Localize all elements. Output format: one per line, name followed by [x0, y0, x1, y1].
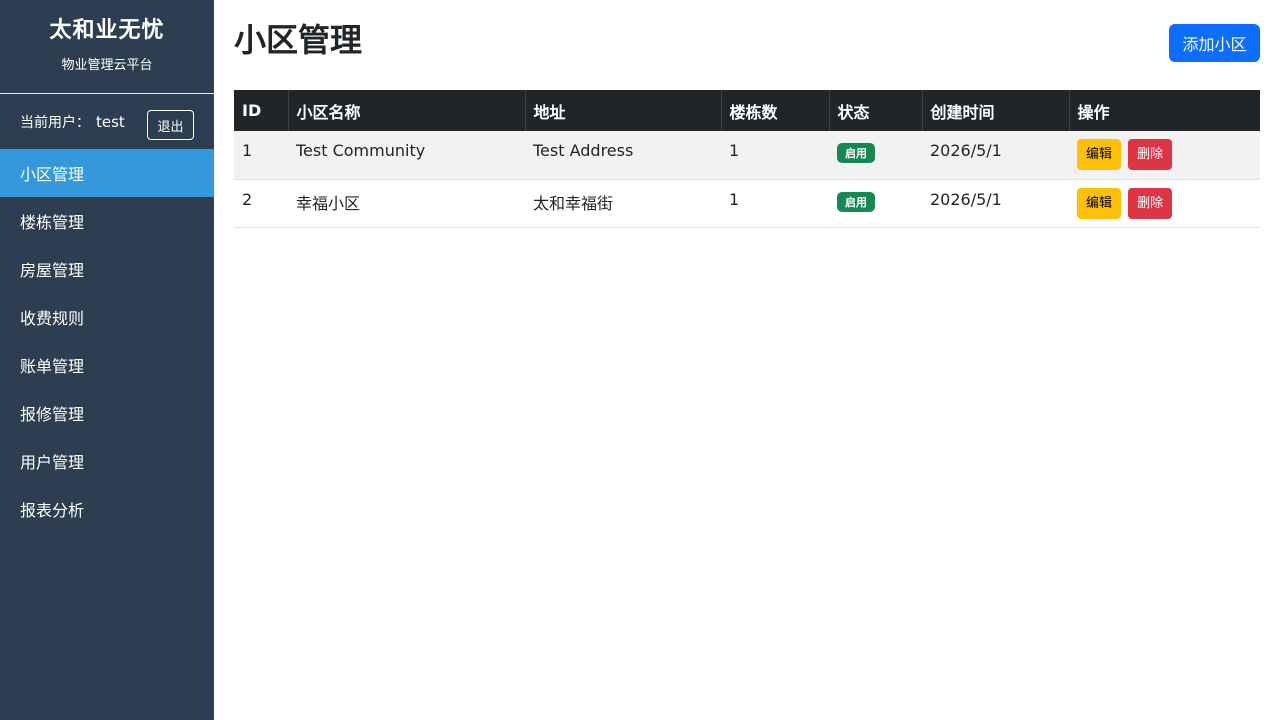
table-row: 2 幸福小区 太和幸福街 1 启用 2026/5/1 编辑 删除 [234, 179, 1260, 228]
brand-subtitle: 物业管理云平台 [61, 58, 153, 73]
cell-address: Test Address [525, 131, 721, 180]
column-header-created: 创建时间 [921, 90, 1069, 131]
sidebar-item-bills[interactable]: 账单管理 [0, 341, 214, 389]
cell-created: 2026/5/1 [922, 131, 1069, 180]
current-user-name: test [96, 112, 125, 131]
sidebar: 太和业无忧 物业管理云平台 当前用户： test 退出 小区管理 楼栋管理 房屋… [0, 0, 214, 720]
app-shell: 太和业无忧 物业管理云平台 当前用户： test 退出 小区管理 楼栋管理 房屋… [0, 0, 1280, 720]
sidebar-item-reports[interactable]: 报表分析 [0, 485, 214, 533]
delete-button[interactable]: 删除 [1128, 187, 1173, 219]
column-header-status: 状态 [828, 90, 922, 131]
sidebar-item-users[interactable]: 用户管理 [0, 437, 214, 485]
cell-status: 启用 [829, 131, 922, 180]
edit-button[interactable]: 编辑 [1077, 187, 1122, 219]
cell-actions: 编辑 删除 [1069, 179, 1260, 228]
cell-id: 1 [234, 131, 288, 180]
sidebar-nav: 小区管理 楼栋管理 房屋管理 收费规则 账单管理 报修管理 用户管理 报表分析 [0, 149, 214, 533]
sidebar-item-houses[interactable]: 房屋管理 [0, 245, 214, 293]
column-header-buildings: 楼栋数 [720, 90, 829, 131]
brand: 太和业无忧 物业管理云平台 [0, 0, 214, 94]
table-row: 1 Test Community Test Address 1 启用 2026/… [234, 131, 1260, 180]
cell-name: 幸福小区 [288, 179, 525, 228]
edit-button[interactable]: 编辑 [1077, 139, 1122, 170]
sidebar-item-repairs[interactable]: 报修管理 [0, 389, 214, 437]
cell-buildings: 1 [721, 179, 829, 228]
sidebar-item-fee-rules[interactable]: 收费规则 [0, 293, 214, 341]
delete-button[interactable]: 删除 [1128, 139, 1173, 170]
column-header-name: 小区名称 [287, 90, 525, 131]
sidebar-item-communities[interactable]: 小区管理 [0, 149, 214, 197]
column-header-address: 地址 [524, 90, 721, 131]
status-badge: 启用 [837, 191, 875, 212]
cell-id: 2 [234, 179, 288, 228]
cell-buildings: 1 [721, 131, 829, 180]
page-header: 小区管理 添加小区 [234, 0, 1260, 90]
current-user-label: 当前用户： [20, 114, 90, 131]
column-header-id: ID [234, 90, 288, 131]
cell-name: Test Community [288, 131, 525, 180]
main-content: 小区管理 添加小区 ID 小区名称 地址 楼栋数 状态 创建时间 操作 1 Te… [214, 0, 1280, 720]
table-body: 1 Test Community Test Address 1 启用 2026/… [234, 131, 1260, 228]
table-header: ID 小区名称 地址 楼栋数 状态 创建时间 操作 [234, 90, 1260, 131]
logout-button[interactable]: 退出 [147, 110, 194, 140]
table-header-row: ID 小区名称 地址 楼栋数 状态 创建时间 操作 [234, 90, 1260, 131]
sidebar-item-buildings[interactable]: 楼栋管理 [0, 197, 214, 245]
page-title: 小区管理 [234, 21, 363, 59]
communities-table: ID 小区名称 地址 楼栋数 状态 创建时间 操作 1 Test Communi… [234, 90, 1260, 228]
cell-actions: 编辑 删除 [1069, 131, 1260, 180]
column-header-actions: 操作 [1068, 90, 1260, 131]
cell-address: 太和幸福街 [525, 179, 721, 228]
add-community-button[interactable]: 添加小区 [1169, 24, 1260, 62]
brand-title: 太和业无忧 [49, 18, 165, 43]
status-badge: 启用 [837, 143, 875, 163]
user-bar: 当前用户： test 退出 [0, 94, 214, 149]
cell-created: 2026/5/1 [922, 179, 1069, 228]
cell-status: 启用 [829, 179, 922, 228]
